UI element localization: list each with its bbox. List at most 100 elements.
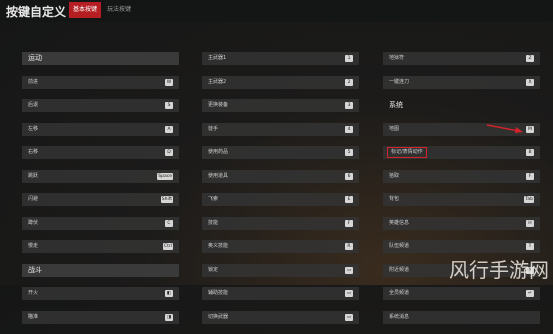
action-label: 切换武器 [208, 313, 229, 320]
keybind-row[interactable]: 全员频道 ↵ [383, 287, 540, 300]
key-badge[interactable]: F [526, 172, 534, 180]
keybind-row-highlighted[interactable]: 标记/表情动作 B [383, 146, 540, 159]
mouse-middle-icon[interactable]: ▭ [345, 266, 353, 274]
keybind-row[interactable]: 后退 S [22, 99, 179, 112]
keybind-row[interactable]: 使用道具 6 [202, 169, 359, 183]
keybind-row[interactable]: 地狱符 Z [383, 52, 540, 65]
key-badge[interactable]: Tab [524, 196, 534, 203]
key-badge[interactable]: C [165, 219, 173, 227]
action-label: 一键连刀 [389, 78, 410, 85]
action-label: 附近频道 [389, 266, 410, 273]
keybind-row[interactable]: 辅助技能 ▭ [202, 287, 359, 300]
keybind-row[interactable]: 更换装备 3 [202, 99, 359, 112]
action-label: 地图 [389, 125, 400, 132]
key-badge[interactable]: Z [526, 55, 534, 62]
key-badge[interactable]: M [526, 125, 534, 133]
key-badge[interactable]: Ctrl [162, 243, 173, 250]
action-label: 飞索 [208, 196, 219, 202]
enter-key-icon[interactable]: ↵ [526, 290, 534, 297]
keybind-row[interactable]: 切换武器 ▭ [202, 310, 359, 324]
abilities-column: 主武器1 1 主武器2 2 更换装备 3 徒手 4 使用药品 5 使用道具 6 飞索 E 技能… [202, 52, 359, 334]
keybind-row[interactable]: 慢走 Ctrl [22, 240, 179, 253]
key-badge[interactable]: F [345, 219, 353, 227]
key-badge[interactable]: A [165, 125, 173, 133]
action-label: 前进 [28, 78, 39, 85]
keybind-row[interactable]: 系统消息 [383, 310, 540, 324]
key-badge[interactable]: T [526, 243, 534, 250]
key-badge[interactable]: 5 [345, 149, 353, 156]
action-label: 奥义技能 [208, 243, 229, 249]
keybind-row[interactable]: 开火 ◧ [22, 287, 179, 300]
keybind-row[interactable]: 闪避 Shift [22, 193, 179, 206]
action-label: 英雄信息 [389, 219, 410, 226]
action-label: 慢走 [28, 243, 39, 249]
keybind-row[interactable]: 背包 Tab [383, 193, 540, 206]
action-label: 右移 [28, 149, 39, 155]
red-arrow-icon [486, 124, 523, 133]
keybind-row[interactable]: 锁定 ▭ [202, 263, 359, 277]
keybind-row[interactable]: 右移 D [22, 146, 179, 159]
action-label: 使用道具 [208, 172, 229, 179]
action-label: 瞄准 [28, 313, 39, 320]
section-header-movement: 运动 [22, 52, 179, 65]
key-badge[interactable]: W [165, 78, 173, 86]
key-badge[interactable]: H [526, 219, 534, 227]
key-badge[interactable]: 6 [345, 172, 353, 180]
keybind-row[interactable]: 主武器2 2 [202, 75, 359, 89]
keybind-row[interactable]: 英雄信息 H [383, 216, 540, 230]
action-label: 锁定 [208, 266, 219, 273]
keybind-row[interactable]: 瞄准 ◨ [22, 310, 179, 324]
key-badge[interactable]: S [165, 102, 173, 109]
keybind-row[interactable]: 使用药品 5 [202, 146, 359, 159]
key-badge[interactable]: R [345, 243, 353, 250]
keybind-row[interactable]: 主武器1 1 [202, 52, 359, 65]
keybind-row[interactable]: 前进 W [22, 75, 179, 89]
action-label: 队伍频道 [389, 243, 410, 249]
key-badge[interactable]: Shift [160, 196, 173, 203]
movement-combat-column: 运动 前进 W 后退 S 左移 A 右移 D 跳跃 Space 闪避 Shift 蹲伏 C 慢… [22, 52, 179, 334]
keybind-row[interactable]: 徒手 4 [202, 122, 359, 136]
action-label: 主武器2 [208, 78, 227, 85]
action-label: 跳跃 [28, 172, 39, 179]
tab-gameplay-keys[interactable]: 玩法按键 [103, 2, 135, 18]
page-title: 按键自定义 [6, 5, 67, 19]
action-label: 系统消息 [389, 313, 410, 320]
section-header-system: 系统 [389, 101, 403, 109]
action-label: 背包 [389, 196, 400, 202]
keybind-row[interactable]: 蹲伏 C [22, 216, 179, 230]
system-column: 地狱符 Z 一键连刀 X 系统 地图 M 标记/表情动作 B 拾取 F 背包 Tab 英雄信… [383, 52, 540, 334]
action-label: 后退 [28, 102, 39, 108]
key-badge[interactable]: E [345, 196, 353, 203]
keybind-row[interactable]: 一键连刀 X [383, 75, 540, 89]
action-label: 拾取 [389, 172, 400, 179]
mouse-side-icon[interactable]: ▭ [345, 290, 353, 297]
key-badge[interactable]: 1 [345, 55, 353, 62]
key-badge[interactable]: Space [157, 172, 173, 180]
mouse-wheel-icon[interactable]: ▭ [345, 313, 353, 321]
keybind-row[interactable]: 拾取 F [383, 169, 540, 183]
action-label: 全员频道 [389, 290, 410, 296]
keybind-row[interactable]: 飞索 E [202, 193, 359, 206]
keybind-row[interactable]: 跳跃 Space [22, 169, 179, 183]
keybind-row[interactable]: 左移 A [22, 122, 179, 136]
action-label: 蹲伏 [28, 219, 39, 226]
action-label: 徒手 [208, 125, 219, 132]
tab-basic-keys[interactable]: 基本按键 [69, 2, 101, 18]
action-label: 主武器1 [208, 55, 227, 61]
section-header-combat: 战斗 [22, 263, 179, 277]
action-label: 辅助技能 [208, 290, 229, 296]
key-badge[interactable]: 2 [345, 78, 353, 86]
key-badge[interactable]: X [526, 78, 534, 86]
action-label: 闪避 [28, 196, 39, 202]
top-bar: 按键自定义 基本按键 玩法按键 [0, 0, 553, 22]
action-label: 地狱符 [389, 55, 405, 61]
mouse-right-icon[interactable]: ◨ [165, 313, 173, 321]
key-badge[interactable]: D [165, 149, 173, 156]
keybind-row[interactable]: 奥义技能 R [202, 240, 359, 253]
key-badge[interactable]: 4 [345, 125, 353, 133]
keybind-row[interactable]: 技能 F [202, 216, 359, 230]
keybind-row[interactable]: 队伍频道 T [383, 240, 540, 253]
mouse-left-icon[interactable]: ◧ [165, 290, 173, 297]
key-badge[interactable]: B [526, 149, 534, 156]
key-badge[interactable]: 3 [345, 102, 353, 109]
